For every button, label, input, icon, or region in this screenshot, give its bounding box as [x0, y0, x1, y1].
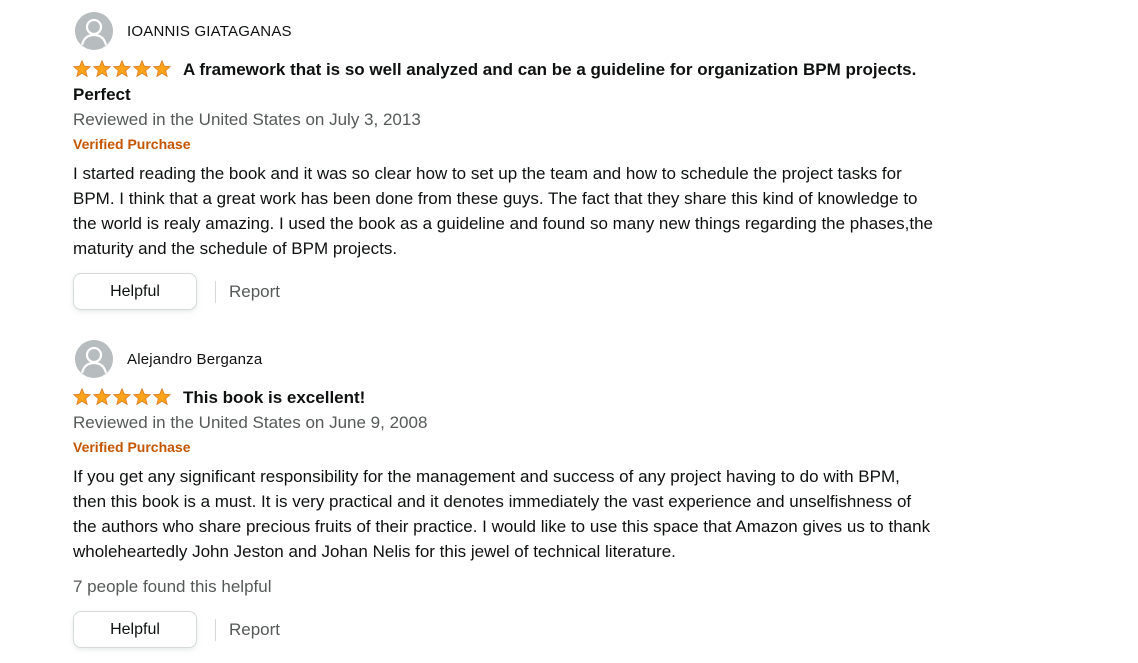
verified-purchase-badge[interactable]: Verified Purchase: [73, 132, 933, 157]
star-icon: [152, 388, 172, 406]
report-link[interactable]: Report: [229, 282, 280, 302]
star-icon: [73, 60, 92, 78]
helpful-button[interactable]: Helpful: [73, 273, 197, 310]
reviewer-profile[interactable]: IOANNIS GIATAGANAS: [73, 12, 933, 50]
review-title[interactable]: A framework that is so well analyzed and…: [73, 60, 916, 104]
review-2: Alejandro Berganza This book is excellen…: [73, 340, 933, 648]
reviewer-profile[interactable]: Alejandro Berganza: [73, 340, 933, 378]
review-actions: Helpful Report: [73, 273, 933, 310]
review-date: Reviewed in the United States on July 3,…: [73, 110, 421, 129]
star-icon: [92, 60, 112, 78]
verified-purchase-badge[interactable]: Verified Purchase: [73, 435, 933, 460]
helpful-count: 7 people found this helpful: [73, 577, 272, 596]
review-title-row: A framework that is so well analyzed and…: [73, 57, 933, 107]
star-icon: [73, 388, 92, 406]
helpful-button[interactable]: Helpful: [73, 611, 197, 648]
avatar-silhouette-icon: [75, 12, 113, 50]
star-icon: [112, 60, 132, 78]
action-divider: [215, 280, 216, 303]
star-icon: [112, 388, 132, 406]
review-date: Reviewed in the United States on June 9,…: [73, 413, 428, 432]
star-rating[interactable]: [73, 388, 173, 406]
action-divider: [215, 618, 216, 641]
report-link[interactable]: Report: [229, 620, 280, 640]
review-body: I started reading the book and it was so…: [73, 164, 933, 258]
reviewer-name[interactable]: Alejandro Berganza: [127, 351, 262, 368]
avatar-silhouette-icon: [75, 340, 113, 378]
review-1: IOANNIS GIATAGANAS A framework that is s…: [73, 12, 933, 310]
star-icon: [92, 388, 112, 406]
review-title-row: This book is excellent!: [73, 385, 933, 410]
review-title[interactable]: This book is excellent!: [183, 388, 365, 407]
reviewer-name[interactable]: IOANNIS GIATAGANAS: [127, 23, 292, 40]
star-icon: [132, 60, 152, 78]
review-actions: Helpful Report: [73, 611, 933, 648]
review-body: If you get any significant responsibilit…: [73, 467, 931, 561]
star-icon: [132, 388, 152, 406]
star-icon: [152, 60, 172, 78]
star-rating[interactable]: [73, 60, 173, 78]
